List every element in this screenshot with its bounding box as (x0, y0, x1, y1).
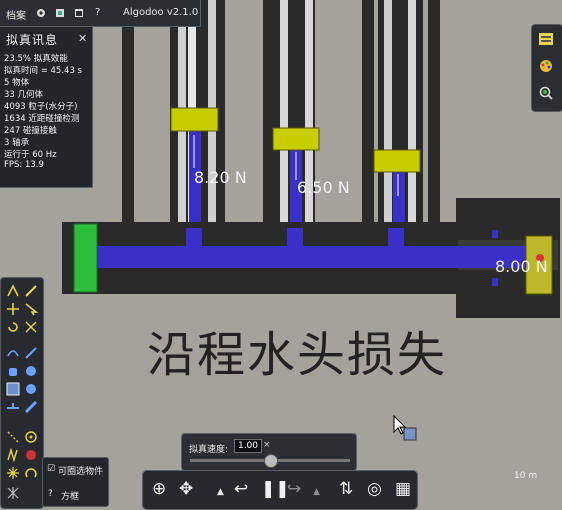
force-label-3: 8.00 N (495, 257, 548, 276)
file-menu[interactable]: 档案 (6, 7, 26, 22)
grid-icon[interactable]: ▦ (395, 480, 411, 498)
thruster-icon[interactable] (6, 466, 20, 480)
maximize-icon[interactable] (55, 8, 65, 18)
pressure-plate-2[interactable] (272, 127, 320, 151)
info-line: FPS: 13.9 (4, 160, 44, 170)
menu-bar: 档案 ? Algodoo v2.1.0 (0, 0, 201, 27)
plane-tool-icon[interactable] (6, 400, 20, 414)
pan-icon[interactable]: ✥ (179, 480, 193, 498)
axle-icon[interactable] (24, 430, 38, 444)
select-checkbox-label: 可圈选物件 (58, 467, 104, 477)
gear-icon[interactable] (36, 8, 46, 18)
laser-icon[interactable] (24, 466, 38, 480)
zoom-fit-icon[interactable] (539, 86, 553, 100)
sim-speed-input[interactable]: 1.00 (234, 439, 262, 453)
box-tool-icon[interactable] (6, 382, 20, 396)
help-icon[interactable]: ? (95, 7, 100, 18)
left-toolbar (0, 277, 44, 509)
info-line: 拟真时间 = 45.43 s (4, 66, 82, 76)
polygon-tool-icon[interactable] (24, 382, 38, 396)
move-icon[interactable] (6, 302, 20, 316)
tracer-icon[interactable] (24, 448, 38, 462)
sim-info-title: 拟真讯息 (6, 33, 59, 47)
scene-title: 沿程水头损失 (147, 327, 448, 383)
rotate-icon[interactable] (6, 320, 20, 334)
knife-icon[interactable] (24, 346, 38, 360)
palette-icon[interactable] (539, 59, 553, 73)
info-line: 1634 近距碰撞检测 (4, 114, 80, 124)
rope-icon[interactable] (6, 346, 20, 360)
gravity-icon[interactable]: ⇅ (339, 480, 353, 498)
bottom-toolbar: ⊕ ✥ ▲ ↩ ❚❚ ↪ ▲ ⇅ ◎ ▦ (142, 470, 418, 510)
air-friction-icon[interactable]: ◎ (367, 480, 382, 498)
options-panel: ☑ 可圈选物件 ? 方框 (42, 457, 109, 507)
sim-info-panel: 拟真讯息 ✕ 23.5% 拟真效能 拟真时间 = 45.43 s 5 物体 33… (0, 27, 93, 188)
info-line: 4093 粒子(水分子) (4, 102, 78, 112)
info-line: 247 碰撞接触 (4, 126, 57, 136)
gear-tool-icon[interactable] (24, 400, 38, 414)
sketch-icon[interactable] (6, 284, 20, 298)
app-version: Algodoo v2.1.0 (123, 7, 199, 18)
zoom-icon[interactable]: ⊕ (152, 480, 166, 498)
hand-icon[interactable] (6, 364, 20, 378)
sim-speed-knob[interactable] (264, 454, 278, 468)
scale-label: 10 m (514, 471, 538, 481)
pen-icon[interactable] (24, 284, 38, 298)
force-label-1: 8.20 N (194, 168, 247, 187)
window-icon[interactable] (74, 8, 84, 18)
spring-icon[interactable] (6, 448, 20, 462)
chain-icon[interactable] (6, 430, 20, 444)
cursor-icon (393, 414, 417, 441)
green-piston[interactable] (73, 223, 98, 293)
properties-icon[interactable] (539, 32, 553, 46)
info-line: 33 几何体 (4, 90, 44, 100)
info-line: 23.5% 拟真效能 (4, 54, 68, 64)
sim-speed-reset[interactable]: × (263, 440, 271, 450)
close-icon[interactable]: ✕ (78, 32, 87, 45)
fixate-icon[interactable] (6, 486, 20, 500)
right-toolbar (531, 24, 562, 112)
info-line: 3 轴承 (4, 138, 30, 148)
select-checkbox[interactable]: ☑ (47, 464, 55, 474)
scale-icon[interactable] (24, 320, 38, 334)
box-select-label[interactable]: 方框 (61, 489, 79, 502)
sim-speed-panel: 拟真速度: 1.00 × (181, 433, 357, 471)
pressure-plate-3[interactable] (373, 149, 421, 173)
info-line: 5 物体 (4, 78, 30, 88)
help-mark[interactable]: ? (48, 489, 53, 499)
circle-tool-icon[interactable] (24, 364, 38, 378)
sim-speed-label: 拟真速度: (189, 445, 229, 455)
force-label-2: 6.50 N (297, 178, 350, 197)
redo-icon[interactable]: ↪ (287, 480, 301, 498)
pause-icon[interactable]: ❚❚ (261, 480, 290, 498)
info-line: 运行于 60 Hz (4, 150, 57, 160)
undo-dropdown-icon[interactable]: ▲ (217, 483, 224, 501)
redo-dropdown-icon[interactable]: ▲ (313, 483, 320, 501)
pressure-plate-1[interactable] (170, 107, 219, 132)
undo-icon[interactable]: ↩ (234, 480, 248, 498)
drag-icon[interactable] (24, 302, 38, 316)
